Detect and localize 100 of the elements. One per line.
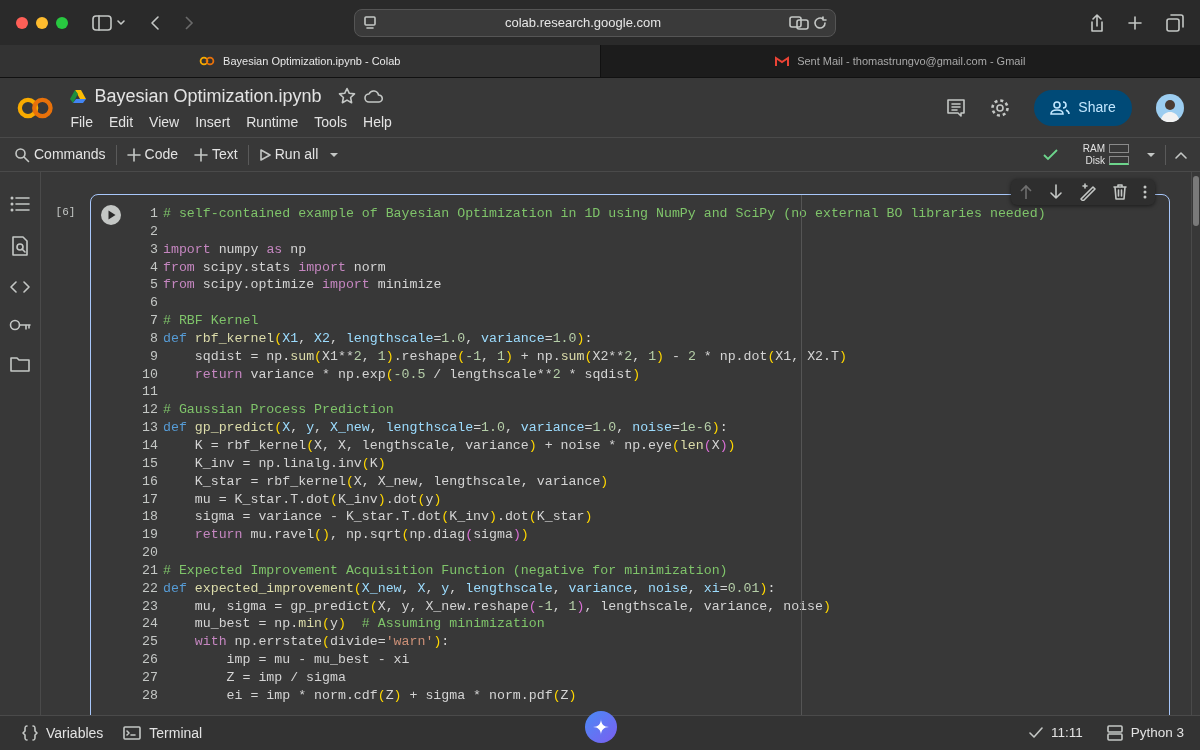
more-icon[interactable]	[1143, 184, 1147, 200]
drive-icon	[70, 89, 87, 103]
code-line: return variance * np.exp(-0.5 / lengthscale**2 * sqdist)	[193, 365, 641, 384]
line-number: 14	[141, 436, 159, 455]
share-icon[interactable]	[1090, 13, 1104, 32]
run-all-button[interactable]: Run all	[252, 140, 325, 169]
sidebar-icon[interactable]	[92, 14, 112, 31]
gemini-button[interactable]	[585, 711, 617, 743]
line-number: 1	[149, 205, 159, 223]
code-line: from scipy.stats import norm	[163, 258, 386, 277]
code-line: mu = K_star.T.dot(K_inv).dot(y)	[193, 490, 442, 509]
execution-count: [6]	[55, 206, 76, 218]
find-icon[interactable]	[11, 236, 29, 256]
line-number: 3	[149, 240, 159, 259]
menu-item[interactable]: File	[70, 111, 93, 133]
line-number: 22	[141, 579, 159, 598]
code-line: ei = imp * norm.cdf(Z) + sigma * norm.pdf(Z)	[225, 686, 577, 705]
resource-meter[interactable]: RAM Disk	[1082, 142, 1129, 167]
line-number: 8	[149, 329, 159, 348]
terminal-icon	[123, 726, 142, 740]
line-number: 27	[141, 668, 159, 687]
code-icon[interactable]	[10, 280, 30, 294]
share-button[interactable]: Share	[1034, 89, 1132, 126]
code-line: mu, sigma = gp_predict(X, y, X_new.reshape(-1, 1), lengthscale, variance, noise)	[193, 597, 831, 616]
menu-item[interactable]: Runtime	[246, 111, 299, 133]
plus-icon	[194, 147, 209, 162]
code-line: # Expected Improvement Acquisition Function (negative for minimization)	[163, 561, 728, 580]
server-icon	[1106, 725, 1123, 741]
line-number: 4	[149, 258, 159, 277]
page-icon	[363, 15, 377, 30]
code-line: Z = imp / sigma	[225, 668, 346, 687]
tab-overview-icon[interactable]	[1166, 13, 1184, 32]
browser-tab[interactable]: Bayesian Optimization.ipynb - Colab	[0, 45, 600, 77]
delete-icon[interactable]	[1113, 184, 1127, 200]
line-number: 23	[141, 597, 159, 616]
close-window-icon[interactable]	[16, 16, 28, 29]
avatar-icon[interactable]	[1156, 93, 1184, 122]
menu-item[interactable]: Tools	[314, 111, 347, 133]
colab-logo-icon	[199, 56, 216, 66]
mail-icon	[775, 55, 790, 67]
run-cell-icon[interactable]	[101, 205, 121, 225]
line-number: 26	[141, 651, 159, 669]
check-icon	[1028, 727, 1043, 739]
variables-button[interactable]: Variables	[16, 719, 110, 747]
magic-pen-icon[interactable]	[1079, 183, 1097, 201]
line-number: 16	[141, 472, 159, 491]
notebook-title[interactable]: Bayesian Optimization.ipynb	[94, 82, 322, 110]
line-number: 2	[149, 222, 159, 241]
caret-icon[interactable]	[116, 18, 126, 27]
code-line: import numpy as np	[163, 240, 307, 259]
line-number: 11	[141, 383, 159, 402]
menu-item[interactable]: View	[149, 111, 180, 133]
code-line: def rbf_kernel(X1, X2, lengthscale=1.0, variance=1.0):	[163, 329, 593, 348]
forward-icon[interactable]	[184, 14, 194, 31]
code-line: # Gaussian Process Prediction	[163, 401, 394, 420]
zoom-window-icon[interactable]	[56, 16, 68, 29]
collapse-icon[interactable]	[1174, 149, 1188, 160]
back-icon[interactable]	[150, 14, 160, 31]
line-number: 7	[149, 312, 159, 330]
runtime-indicator[interactable]: Python 3	[1106, 722, 1184, 744]
line-number: 9	[149, 347, 159, 366]
table-of-contents-icon[interactable]	[10, 196, 30, 212]
new-tab-icon[interactable]	[1128, 15, 1142, 30]
cloud-icon[interactable]	[363, 89, 384, 103]
folder-icon[interactable]	[10, 356, 30, 372]
line-number: 24	[141, 615, 159, 634]
settings-icon[interactable]	[990, 97, 1010, 118]
code-line: K_star = rbf_kernel(X, X_new, lengthscale, variance)	[193, 472, 609, 491]
move-up-icon[interactable]	[1019, 184, 1033, 200]
line-number: 10	[141, 365, 159, 384]
code-line: sigma = variance - K_star.T.dot(K_inv).dot(K_star)	[193, 508, 593, 527]
line-number: 21	[141, 561, 159, 580]
address-bar[interactable]: colab.research.google.com	[354, 8, 836, 37]
move-down-icon[interactable]	[1049, 184, 1063, 200]
key-icon[interactable]	[9, 318, 31, 332]
commands-button[interactable]: Commands	[8, 140, 112, 169]
code-line: with np.errstate(divide='warn'):	[193, 633, 450, 652]
reload-icon[interactable]	[813, 15, 827, 30]
plus-icon	[126, 147, 141, 162]
terminal-button[interactable]: Terminal	[117, 719, 209, 747]
code-line: imp = mu - mu_best - xi	[225, 651, 410, 669]
minimize-window-icon[interactable]	[36, 16, 48, 29]
comment-icon[interactable]	[946, 98, 966, 117]
translate-icon[interactable]	[789, 15, 809, 30]
add-text-button[interactable]: Text	[188, 140, 244, 169]
code-line: mu_best = np.min(y) # Assuming minimization	[193, 615, 545, 634]
menu-item[interactable]: Edit	[108, 111, 134, 133]
scrollbar[interactable]	[1193, 176, 1199, 226]
menu-item[interactable]: Help	[363, 111, 392, 133]
line-number: 15	[141, 454, 159, 473]
star-icon[interactable]	[337, 87, 356, 105]
line-number: 13	[141, 419, 159, 437]
code-line: K_inv = np.linalg.inv(K)	[193, 454, 386, 473]
add-code-button[interactable]: Code	[120, 140, 185, 169]
sparkle-icon	[593, 719, 609, 735]
execution-time[interactable]: 11:11	[1028, 722, 1083, 744]
line-number: 20	[141, 544, 159, 562]
line-number: 28	[141, 686, 159, 705]
line-number: 5	[149, 276, 159, 295]
menu-item[interactable]: Insert	[195, 111, 231, 133]
